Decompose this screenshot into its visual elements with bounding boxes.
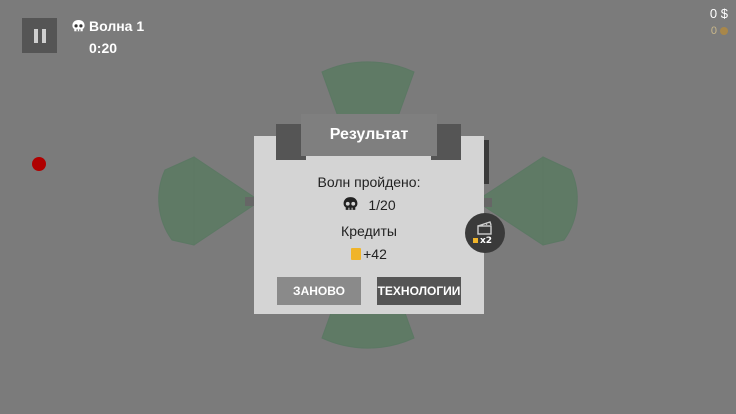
wave-timer: 0:20 [89, 40, 118, 56]
skull-icon [72, 19, 85, 31]
credits-label: Кредиты [341, 223, 397, 239]
technologies-button[interactable]: ТЕХНОЛОГИИ [377, 277, 461, 305]
pause-button[interactable] [22, 18, 57, 53]
waves-passed-row: 1/20 [254, 196, 484, 213]
pause-icon [32, 28, 48, 43]
credit-coin-icon [473, 238, 478, 243]
credits-earned-value: +42 [363, 246, 387, 262]
double-reward-button[interactable]: x2 [465, 213, 505, 253]
enemy-unit [32, 157, 46, 171]
clapperboard-icon [477, 221, 492, 235]
credits-counter: 0 [711, 25, 728, 37]
credits-earned-row: +42 [254, 246, 484, 262]
money-counter: 0 $ [709, 6, 728, 21]
waves-passed-label: Волн пройдено: [317, 174, 421, 190]
wave-label: Волна 1 [89, 18, 145, 34]
credit-coin-icon [351, 248, 362, 260]
dialog-title: Результат [301, 114, 437, 156]
skull-icon [343, 197, 358, 210]
credit-coin-icon [720, 27, 728, 35]
retry-button[interactable]: ЗАНОВО [277, 277, 361, 305]
wave-indicator: Волна 1 [71, 18, 144, 34]
multiplier-label: x2 [480, 236, 493, 246]
waves-passed-value: 1/20 [368, 196, 396, 213]
credits-counter-value: 0 [710, 25, 717, 37]
